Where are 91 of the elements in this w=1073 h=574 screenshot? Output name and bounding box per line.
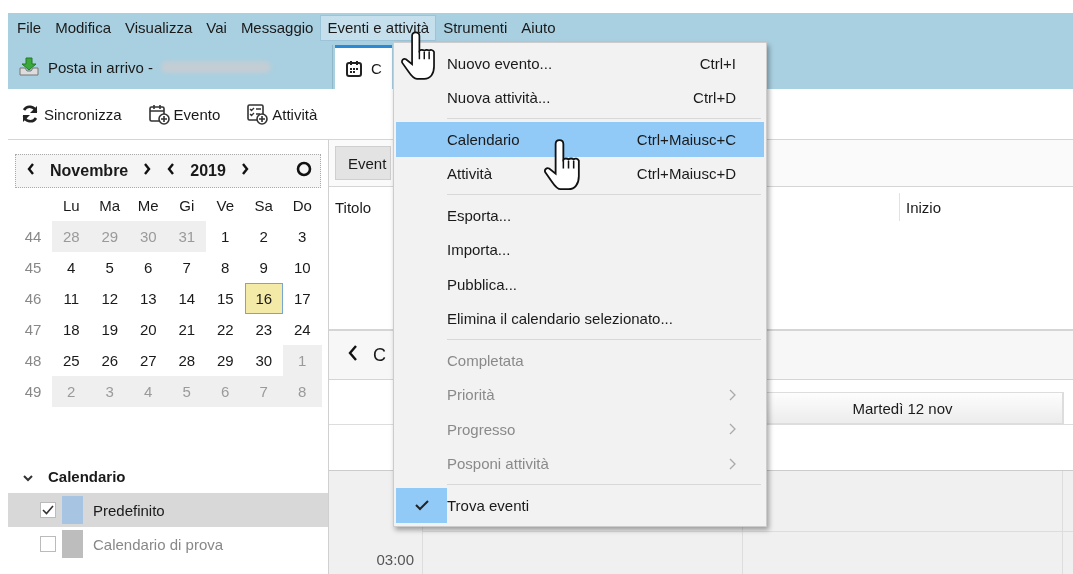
menu-item[interactable]: File	[10, 15, 49, 41]
day-cell[interactable]: 29	[206, 345, 245, 376]
day-cell[interactable]: 12	[90, 283, 129, 314]
add-task-icon	[246, 103, 269, 125]
day-cell[interactable]: 11	[52, 283, 91, 314]
day-cell[interactable]: 1	[206, 221, 245, 252]
weekday-label: Do	[291, 196, 313, 216]
menu-item[interactable]: Trova eventi	[396, 488, 764, 523]
day-cell[interactable]: 16	[244, 283, 283, 314]
chevron-right-icon[interactable]	[142, 162, 153, 176]
menu-item[interactable]: Calendario Ctrl+Maiusc+C	[396, 122, 764, 157]
period-label: C	[373, 344, 386, 366]
weekday-label: Sa	[253, 196, 274, 216]
sync-button[interactable]: Sincronizza	[14, 100, 128, 128]
day-cell[interactable]: 3	[283, 221, 322, 252]
week-number: 46	[23, 289, 43, 309]
menu-item[interactable]: Nuova attività... Ctrl+D	[396, 80, 764, 115]
day-cell[interactable]: 10	[283, 252, 322, 283]
filter-button[interactable]: Event	[335, 146, 391, 180]
column-header[interactable]: Titolo	[329, 198, 372, 216]
day-cell[interactable]: 20	[129, 314, 168, 345]
week-number: 44	[23, 227, 43, 247]
menu-item[interactable]: Messaggio	[233, 15, 321, 41]
day-cell[interactable]: 28	[167, 345, 206, 376]
menu-item[interactable]: Attività Ctrl+Maiusc+D	[396, 156, 764, 191]
year-label: 2019	[189, 162, 227, 180]
day-cell[interactable]: 26	[90, 345, 129, 376]
calendar-icon	[345, 59, 363, 78]
day-cell[interactable]: 22	[206, 314, 245, 345]
shortcut-label: Ctrl+I	[699, 54, 736, 72]
calendar-name: Predefinito	[93, 501, 165, 519]
checkbox[interactable]	[40, 536, 56, 552]
day-cell[interactable]: 23	[244, 314, 283, 345]
weekday-label: Gi	[178, 196, 196, 216]
menu-item[interactable]: Esporta...	[396, 198, 764, 233]
week-number: 47	[23, 320, 43, 340]
day-cell[interactable]: 5	[90, 252, 129, 283]
event-button[interactable]: Evento	[141, 99, 227, 129]
day-cell[interactable]: 9	[244, 252, 283, 283]
calendar-row[interactable]: Calendario di prova	[8, 527, 328, 561]
menu-item[interactable]: Eventi e attività	[320, 15, 437, 41]
menu-item[interactable]: Visualizza	[118, 15, 200, 41]
day-cell[interactable]: 17	[283, 283, 322, 314]
shortcut-label: Ctrl+Maiusc+C	[636, 130, 736, 148]
day-cell[interactable]: 6	[129, 252, 168, 283]
shortcut-label: Ctrl+D	[693, 89, 736, 107]
week-number: 49	[23, 382, 43, 402]
day-cell[interactable]: 19	[90, 314, 129, 345]
month-label: Novembre	[49, 162, 130, 180]
weekday-label: Me	[136, 196, 160, 216]
task-button[interactable]: Attività	[240, 99, 324, 129]
add-event-icon	[147, 103, 170, 125]
chevron-right-icon[interactable]	[239, 162, 250, 176]
week-number: 45	[23, 258, 43, 278]
menu-item[interactable]: Elimina il calendario selezionato...	[396, 301, 764, 336]
calendar-name: Calendario di prova	[93, 535, 224, 553]
menu-item[interactable]: Aiuto	[514, 15, 563, 41]
day-cell[interactable]: 27	[129, 345, 168, 376]
day-cell[interactable]: 15	[206, 283, 245, 314]
day-cell[interactable]: 4	[52, 252, 91, 283]
inbox-icon	[18, 57, 40, 77]
day-cell[interactable]: 14	[167, 283, 206, 314]
sync-icon	[20, 104, 40, 124]
day-cell[interactable]: 8	[206, 252, 245, 283]
time-label: 03:00	[376, 551, 414, 568]
tab[interactable]: C	[335, 45, 392, 89]
day-cell[interactable]: 25	[52, 345, 91, 376]
day-cell[interactable]: 7	[167, 252, 206, 283]
day-cell[interactable]: 21	[167, 314, 206, 345]
column-header[interactable]: Inizio	[900, 198, 942, 216]
calendar-row[interactable]: Predefinito	[8, 493, 328, 527]
menu-item[interactable]: Pubblica...	[396, 267, 764, 302]
section-title: Calendario	[48, 467, 126, 485]
menu-item[interactable]: Modifica	[48, 15, 119, 41]
menu-item[interactable]: Vai	[199, 15, 234, 41]
chevron-left-icon[interactable]	[166, 162, 177, 176]
menu-item[interactable]: Importa...	[396, 232, 764, 267]
weekday-label: Ma	[98, 196, 122, 216]
weekday-label: Lu	[61, 196, 81, 216]
menu-item[interactable]: Strumenti	[436, 15, 515, 41]
checkbox[interactable]	[40, 502, 56, 518]
week-number: 48	[23, 351, 43, 371]
menu-item[interactable]: Nuovo evento... Ctrl+I	[396, 46, 764, 81]
day-cell[interactable]: 30	[244, 345, 283, 376]
day-cell[interactable]: 2	[244, 221, 283, 252]
day-cell[interactable]: 13	[129, 283, 168, 314]
day-cell[interactable]: 24	[283, 314, 322, 345]
day-cell[interactable]: 18	[52, 314, 91, 345]
shortcut-label: Ctrl+Maiusc+D	[636, 165, 736, 183]
weekday-label: Ve	[215, 196, 235, 216]
chevron-left-icon[interactable]	[26, 162, 36, 176]
